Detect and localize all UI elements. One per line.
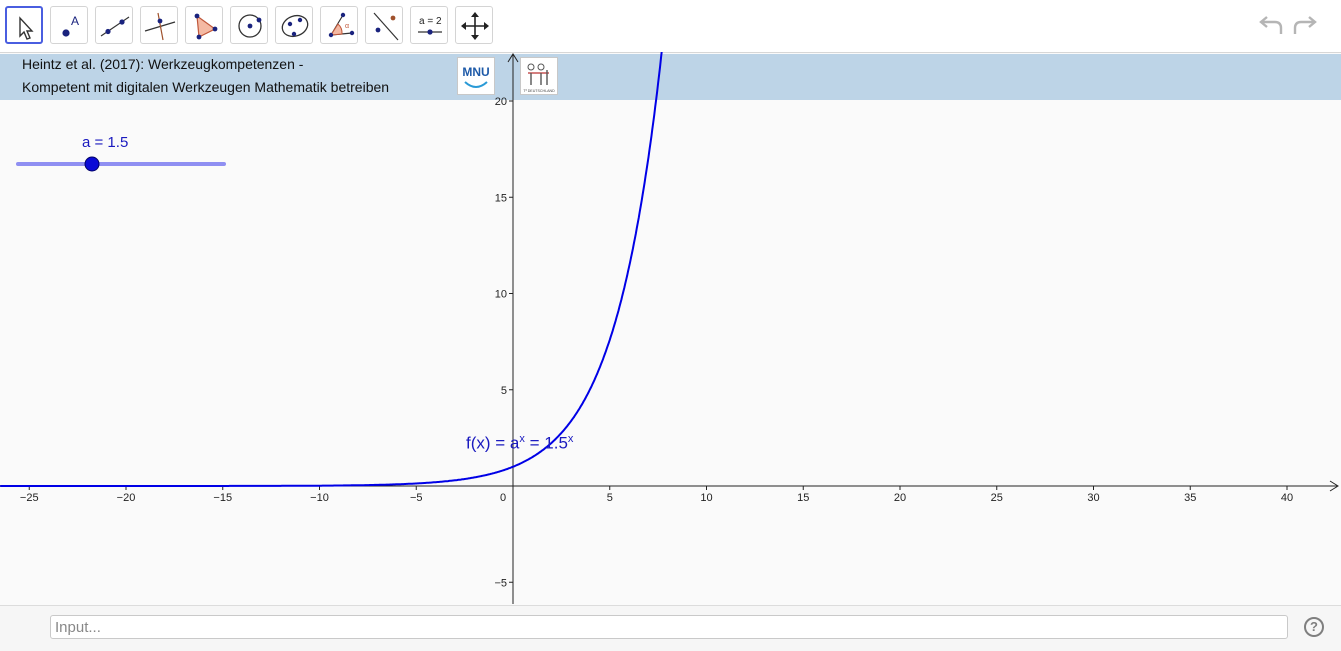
x-tick-label: 25 (991, 492, 1003, 504)
conic-tool-button[interactable] (275, 6, 313, 44)
x-tick-label: −10 (310, 492, 329, 504)
slider-knob[interactable] (84, 156, 100, 172)
svg-text:A: A (71, 14, 79, 28)
x-tick-label: −25 (20, 492, 39, 504)
x-tick-label: −20 (117, 492, 136, 504)
perpendicular-tool-button[interactable] (140, 6, 178, 44)
angle-tool-button[interactable]: α (320, 6, 358, 44)
ellipse-icon (281, 14, 309, 38)
y-tick-label: 20 (495, 96, 507, 108)
polygon-icon (194, 13, 218, 40)
x-tick-label: 35 (1184, 492, 1196, 504)
redo-icon[interactable] (1291, 12, 1321, 40)
function-label: f(x) = ax = 1.5x (466, 433, 574, 453)
algebra-input-field[interactable] (50, 615, 1288, 639)
reflect-about-line-icon (373, 12, 399, 41)
polygon-tool-button[interactable] (185, 6, 223, 44)
slider-a-label: a = 1.5 (82, 134, 129, 151)
perpendicular-line-icon (144, 12, 176, 41)
cursor-arrow-icon (19, 16, 34, 40)
function-evaluated-base: 1.5 (544, 433, 568, 453)
function-name: f(x) (466, 433, 491, 453)
point-icon: A (62, 14, 79, 37)
move-graphics-view-tool-button[interactable] (455, 6, 493, 44)
undo-icon[interactable] (1255, 12, 1285, 40)
x-tick-label: 20 (894, 492, 906, 504)
x-tick-label: 0 (500, 492, 506, 504)
function-evaluated-exponent: x (567, 433, 574, 445)
svg-text:a = 2: a = 2 (419, 16, 442, 27)
x-tick-label: −5 (410, 492, 423, 504)
toolbar: A α a = 2 (0, 0, 1341, 53)
line-through-points-icon (100, 16, 130, 37)
slider-tool-button[interactable]: a = 2 (410, 6, 448, 44)
function-exponent: x (519, 433, 525, 445)
x-tick-label: 10 (700, 492, 712, 504)
circle-tool-button[interactable] (230, 6, 268, 44)
svg-text:α: α (345, 23, 349, 30)
slider-a[interactable] (14, 152, 230, 176)
reflect-tool-button[interactable] (365, 6, 403, 44)
x-tick-label: 30 (1087, 492, 1099, 504)
line-tool-button[interactable] (95, 6, 133, 44)
y-tick-label: 5 (501, 385, 507, 397)
circle-center-point-icon (238, 14, 262, 38)
graphics-view[interactable]: −25 −20 −15 −10 −5 0 5 10 15 20 25 30 35 40 −5 5 10 15 20 (0, 52, 1341, 605)
input-bar: ? (0, 605, 1341, 651)
move-view-arrows-icon (461, 12, 489, 40)
function-curve (0, 52, 663, 487)
y-tick-label: 10 (495, 289, 507, 301)
x-tick-label: 40 (1281, 492, 1293, 504)
function-base: a (509, 433, 520, 453)
move-tool-button[interactable] (5, 6, 43, 44)
x-tick-label: 5 (607, 492, 613, 504)
x-tick-label: −15 (213, 492, 232, 504)
slider-icon: a = 2 (418, 16, 442, 35)
help-question-icon[interactable]: ? (1304, 617, 1324, 637)
y-tick-label: 15 (495, 192, 507, 204)
angle-icon: α (328, 12, 355, 38)
point-tool-button[interactable]: A (50, 6, 88, 44)
x-tick-label: 15 (797, 492, 809, 504)
y-tick-label: −5 (494, 577, 507, 589)
